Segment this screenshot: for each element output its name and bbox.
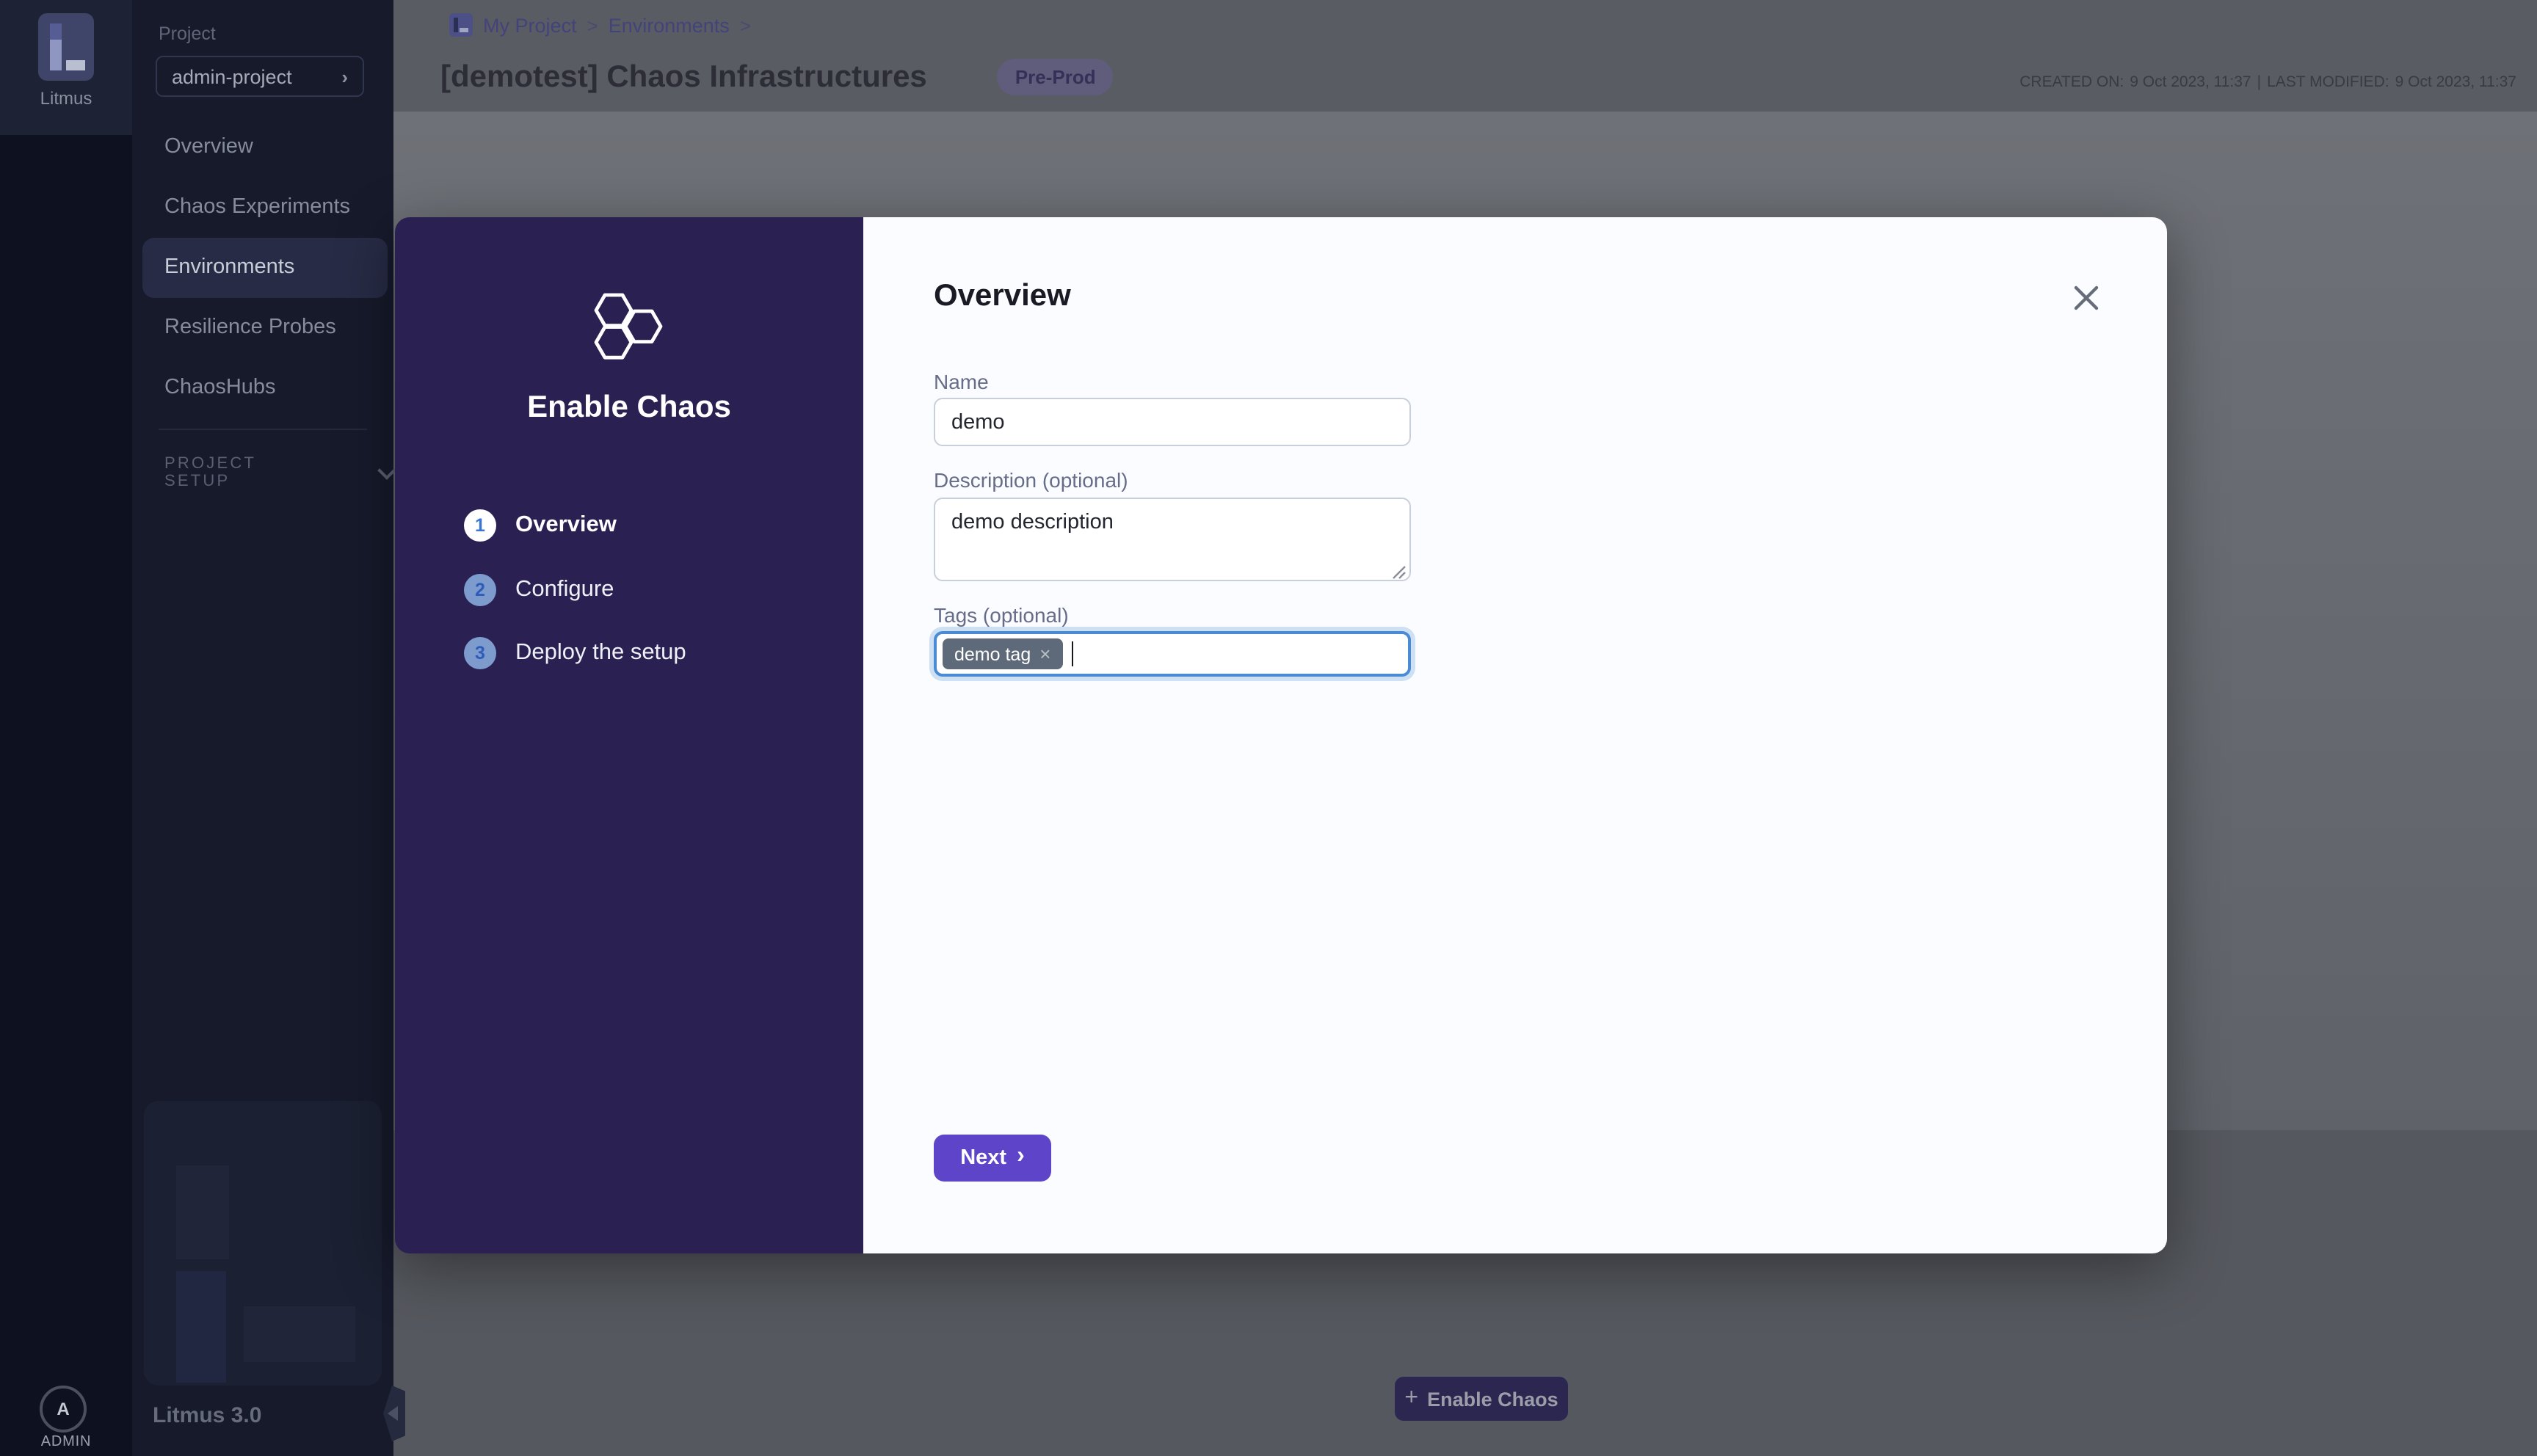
sidebar-item-resilience-probes[interactable]: Resilience Probes	[132, 298, 393, 358]
litmus-logo-icon	[38, 13, 94, 81]
page-title: [demotest] Chaos Infrastructures	[440, 59, 927, 95]
step-label: Configure	[515, 577, 614, 603]
created-on-value: 9 Oct 2023, 11:37	[2130, 73, 2251, 91]
sidebar-item-label: Resilience Probes	[164, 316, 336, 339]
created-on-label: CREATED ON:	[2019, 73, 2124, 91]
chevron-right-icon: ›	[1017, 1143, 1025, 1170]
avatar-initial: A	[57, 1399, 69, 1419]
enable-chaos-button[interactable]: + Enable Chaos	[1395, 1377, 1568, 1421]
sidebar-item-chaoshubs[interactable]: ChaosHubs	[132, 358, 393, 418]
enable-chaos-button-label: Enable Chaos	[1427, 1388, 1558, 1410]
brand-name: Litmus	[0, 88, 132, 109]
last-modified-value: 9 Oct 2023, 11:37	[2395, 73, 2516, 91]
chaos-hexagons-icon	[590, 291, 667, 368]
breadcrumb-separator-icon: >	[740, 14, 751, 36]
user-avatar[interactable]: A	[40, 1386, 87, 1433]
next-button[interactable]: Next ›	[934, 1135, 1051, 1182]
tags-input[interactable]: demo tag ×	[934, 631, 1411, 677]
step-number-badge: 3	[464, 637, 496, 669]
wizard-title: Enable Chaos	[395, 390, 863, 426]
app-screen: My Project > Environments > [demotest] C…	[0, 0, 2537, 1456]
page-header: My Project > Environments > [demotest] C…	[393, 0, 2537, 112]
step-label: Overview	[515, 512, 617, 539]
admin-label: ADMIN	[0, 1434, 132, 1450]
app-version: Litmus 3.0	[153, 1403, 261, 1428]
project-selector-value: admin-project	[172, 65, 341, 87]
environment-type-badge: Pre-Prod	[998, 59, 1114, 95]
meta-separator: |	[2257, 73, 2261, 91]
sidebar: Project admin-project › Overview Chaos E…	[132, 0, 393, 1456]
step-number-badge: 1	[464, 509, 496, 542]
wizard-pane: Enable Chaos 1 Overview 2 Configure 3 De…	[395, 217, 863, 1253]
sidebar-nav: Overview Chaos Experiments Environments …	[132, 117, 393, 418]
step-label: Deploy the setup	[515, 640, 686, 666]
sidebar-item-label: Chaos Experiments	[164, 195, 350, 219]
page-meta: CREATED ON: 9 Oct 2023, 11:37 | LAST MOD…	[2019, 73, 2516, 91]
last-modified-label: LAST MODIFIED:	[2267, 73, 2389, 91]
name-label: Name	[934, 370, 989, 393]
breadcrumb-link-environments[interactable]: Environments	[609, 14, 730, 36]
sidebar-item-chaos-experiments[interactable]: Chaos Experiments	[132, 178, 393, 238]
chevron-right-icon: ›	[341, 65, 348, 87]
tag-chip: demo tag ×	[943, 638, 1062, 669]
project-label: Project	[159, 23, 216, 44]
breadcrumb: My Project > Environments >	[449, 13, 751, 37]
wizard-step-deploy[interactable]: 3 Deploy the setup	[464, 637, 686, 669]
tags-label: Tags (optional)	[934, 603, 1069, 627]
breadcrumb-link-my-project[interactable]: My Project	[483, 14, 577, 36]
sidebar-collapse-button[interactable]	[383, 1386, 405, 1441]
wizard-step-configure[interactable]: 2 Configure	[464, 574, 614, 606]
text-caret	[1071, 641, 1073, 666]
chevron-left-icon	[388, 1406, 398, 1421]
step-number-badge: 2	[464, 574, 496, 606]
plus-icon: +	[1404, 1386, 1418, 1412]
project-setup-toggle[interactable]: PROJECT SETUP	[164, 455, 393, 490]
title-row: [demotest] Chaos Infrastructures Pre-Pro…	[440, 59, 1114, 95]
overview-form-pane: Overview Name Description (optional) dem…	[863, 217, 2167, 1253]
modal-heading: Overview	[934, 279, 1071, 314]
brand-tile[interactable]: Litmus	[0, 0, 132, 135]
sidebar-item-label: Environments	[164, 255, 294, 279]
project-selector[interactable]: admin-project ›	[156, 56, 364, 97]
sidebar-item-overview[interactable]: Overview	[132, 117, 393, 178]
sidebar-item-label: Overview	[164, 135, 253, 159]
tag-chip-label: demo tag	[954, 644, 1031, 664]
breadcrumb-separator-icon: >	[587, 14, 598, 36]
sidebar-item-label: ChaosHubs	[164, 376, 276, 399]
enable-chaos-modal: Enable Chaos 1 Overview 2 Configure 3 De…	[395, 217, 2167, 1253]
next-button-label: Next	[960, 1146, 1006, 1170]
project-setup-label: PROJECT SETUP	[164, 455, 324, 490]
remove-tag-icon[interactable]: ×	[1039, 644, 1050, 663]
sidebar-item-environments[interactable]: Environments	[142, 238, 388, 298]
wizard-step-overview[interactable]: 1 Overview	[464, 509, 617, 542]
description-label: Description (optional)	[934, 468, 1128, 492]
close-icon[interactable]	[2070, 282, 2102, 314]
description-textarea[interactable]: demo description	[934, 498, 1411, 581]
name-input[interactable]	[934, 398, 1411, 446]
sidebar-divider	[159, 429, 367, 430]
chevron-down-icon	[378, 461, 396, 479]
breadcrumb-logo-icon	[449, 13, 473, 37]
promo-card	[144, 1101, 382, 1386]
icon-rail: Litmus A ADMIN	[0, 0, 132, 1456]
